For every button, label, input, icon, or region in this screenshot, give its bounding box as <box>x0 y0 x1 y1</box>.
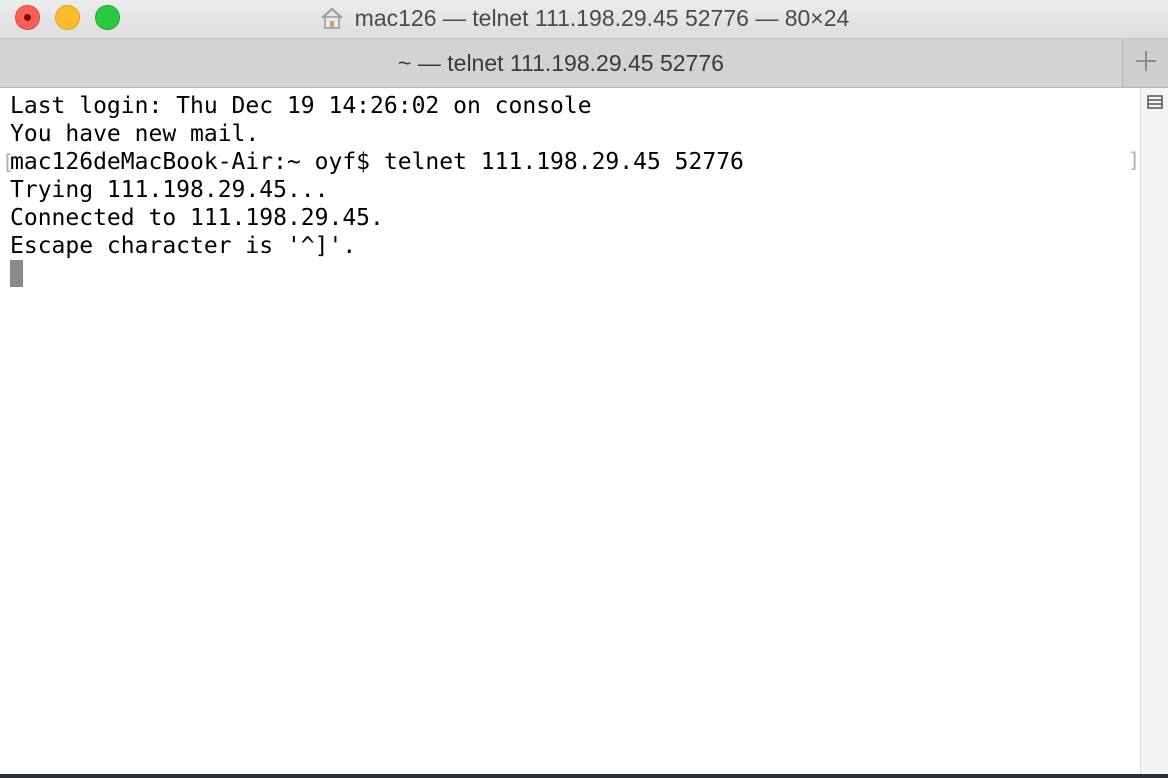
tab-label: ~ — telnet 111.198.29.45 52776 <box>398 49 724 76</box>
title-bar[interactable]: mac126 — telnet 111.198.29.45 52776 — 80… <box>0 0 1168 39</box>
window-title-area: mac126 — telnet 111.198.29.45 52776 — 80… <box>0 0 1168 36</box>
mark-bracket-right: ] <box>1128 148 1141 172</box>
tab-telnet[interactable]: ~ — telnet 111.198.29.45 52776 <box>0 39 1123 87</box>
terminal-line: Escape character is '^]'. <box>10 233 357 259</box>
terminal-window: mac126 — telnet 111.198.29.45 52776 — 80… <box>0 0 1168 774</box>
terminal-line: You have new mail. <box>10 121 260 147</box>
split-pane-icon <box>1147 95 1163 114</box>
terminal-line: mac126deMacBook-Air:~ oyf$ telnet 111.19… <box>10 149 744 175</box>
new-tab-button[interactable] <box>1123 39 1168 87</box>
plus-icon <box>1135 50 1157 77</box>
terminal-output[interactable]: Last login: Thu Dec 19 14:26:02 on conso… <box>0 88 1140 774</box>
terminal-line: Last login: Thu Dec 19 14:26:02 on conso… <box>10 93 592 119</box>
text-cursor <box>10 260 23 287</box>
split-pane-button[interactable] <box>1147 94 1163 110</box>
scroll-gutter[interactable] <box>1140 88 1168 774</box>
terminal-line: Trying 111.198.29.45... <box>10 177 329 203</box>
window-title: mac126 — telnet 111.198.29.45 52776 — 80… <box>354 4 850 31</box>
tab-bar: ~ — telnet 111.198.29.45 52776 <box>0 39 1168 88</box>
desktop-edge <box>0 774 1168 778</box>
terminal-line: Connected to 111.198.29.45. <box>10 205 384 231</box>
home-icon <box>319 6 345 30</box>
